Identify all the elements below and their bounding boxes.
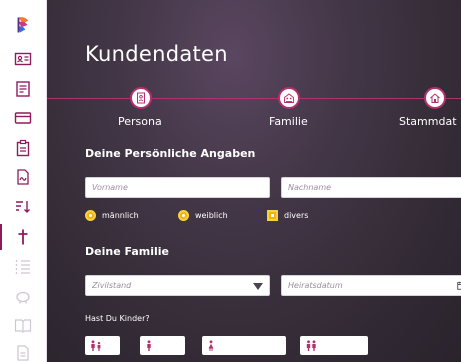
one-child-icon bbox=[147, 340, 151, 351]
civil-status-select[interactable]: Zivilstand bbox=[85, 275, 270, 296]
family-group-icon bbox=[306, 340, 316, 351]
stepper-line bbox=[152, 98, 278, 99]
main-content: Kundendaten Persona Familie Stammdat Dei… bbox=[47, 0, 461, 362]
wedding-date-placeholder: Heiratsdatum bbox=[288, 281, 343, 290]
section-title-personal: Deine Persönliche Angaben bbox=[85, 147, 256, 160]
step-persona[interactable] bbox=[130, 87, 152, 109]
stepper-line bbox=[446, 98, 461, 99]
page-title: Kundendaten bbox=[85, 42, 228, 66]
wedding-date-input[interactable]: Heiratsdatum bbox=[281, 275, 461, 296]
step-label-familie: Familie bbox=[269, 115, 308, 128]
lastname-placeholder: Nachname bbox=[288, 183, 332, 192]
piggy-bank-icon[interactable] bbox=[12, 285, 34, 307]
radio-label-diverse: divers bbox=[284, 211, 309, 220]
children-option-girl[interactable] bbox=[202, 336, 286, 355]
clipboard-icon[interactable] bbox=[12, 137, 34, 159]
radio-button[interactable] bbox=[85, 210, 96, 221]
section-title-family: Deine Familie bbox=[85, 245, 170, 258]
id-card-icon[interactable] bbox=[12, 48, 34, 70]
children-option-two[interactable] bbox=[85, 336, 120, 355]
step-label-stammdaten: Stammdat bbox=[399, 115, 457, 128]
list-icon[interactable] bbox=[12, 255, 34, 277]
sort-icon[interactable] bbox=[12, 196, 34, 218]
girl-icon bbox=[208, 340, 214, 351]
document-icon[interactable] bbox=[12, 78, 34, 100]
children-option-one[interactable] bbox=[140, 336, 185, 355]
step-stammdaten[interactable] bbox=[424, 87, 446, 109]
sidebar bbox=[0, 0, 47, 362]
family-icon bbox=[284, 93, 294, 103]
radio-button[interactable] bbox=[178, 210, 189, 221]
signature-icon[interactable] bbox=[12, 166, 34, 188]
firstname-placeholder: Vorname bbox=[92, 183, 128, 192]
home-icon bbox=[430, 93, 440, 103]
chevron-down-icon bbox=[253, 283, 263, 290]
persona-icon bbox=[137, 92, 145, 104]
firstname-input[interactable]: Vorname bbox=[85, 177, 270, 198]
checkbox[interactable] bbox=[267, 210, 278, 221]
stepper-line bbox=[300, 98, 424, 99]
stepper-line bbox=[47, 98, 130, 99]
logo-icon[interactable] bbox=[12, 14, 34, 36]
gender-radio-female[interactable]: weiblich bbox=[178, 210, 228, 221]
gender-radio-male[interactable]: männlich bbox=[85, 210, 139, 221]
children-question: Hast Du Kinder? bbox=[85, 314, 150, 323]
radio-label-male: männlich bbox=[102, 211, 139, 220]
book-icon[interactable] bbox=[12, 314, 34, 336]
file-icon[interactable] bbox=[12, 342, 34, 362]
civil-status-placeholder: Zivilstand bbox=[92, 281, 132, 290]
radio-label-female: weiblich bbox=[195, 211, 228, 220]
active-indicator bbox=[0, 224, 2, 250]
lastname-input[interactable]: Nachname bbox=[281, 177, 461, 198]
cross-icon[interactable] bbox=[12, 226, 34, 248]
step-familie[interactable] bbox=[278, 87, 300, 109]
children-option-family[interactable] bbox=[300, 336, 368, 355]
gender-checkbox-diverse[interactable]: divers bbox=[267, 210, 308, 221]
two-children-icon bbox=[91, 340, 101, 351]
step-label-persona: Persona bbox=[118, 115, 162, 128]
credit-card-icon[interactable] bbox=[12, 107, 34, 129]
calendar-icon[interactable] bbox=[457, 281, 461, 290]
